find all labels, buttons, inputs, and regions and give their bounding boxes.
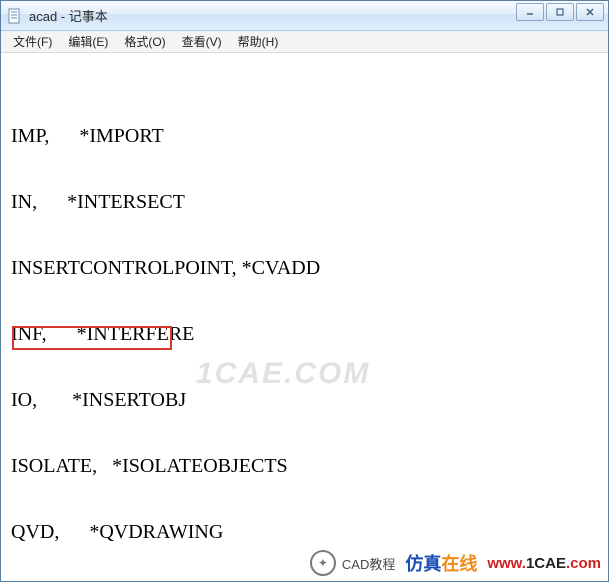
close-button[interactable]: [576, 3, 604, 21]
app-icon: [7, 8, 23, 24]
menubar: 文件(F) 编辑(E) 格式(O) 查看(V) 帮助(H): [1, 31, 608, 53]
minimize-button[interactable]: [516, 3, 544, 21]
text-line: INF, *INTERFERE: [11, 323, 598, 345]
titlebar: acad - 记事本: [1, 1, 608, 31]
notepad-window: acad - 记事本 文件(F) 编辑(E) 格式(O) 查看(V) 帮助(H)…: [0, 0, 609, 582]
window-controls: [516, 3, 604, 21]
menu-view[interactable]: 查看(V): [174, 31, 230, 52]
text-line: IO, *INSERTOBJ: [11, 389, 598, 411]
watermark: 1CAE.COM: [196, 363, 370, 385]
maximize-button[interactable]: [546, 3, 574, 21]
text-line: INSERTCONTROLPOINT, *CVADD: [11, 257, 598, 279]
text-line: QVD, *QVDRAWING: [11, 521, 598, 543]
menu-format[interactable]: 格式(O): [116, 31, 173, 52]
menu-file[interactable]: 文件(F): [5, 31, 60, 52]
text-line: IMP, *IMPORT: [11, 125, 598, 147]
window-title: acad - 记事本: [29, 6, 108, 25]
menu-edit[interactable]: 编辑(E): [60, 31, 116, 52]
text-line: ISOLATE, *ISOLATEOBJECTS: [11, 455, 598, 477]
text-area[interactable]: 1CAE.COM IMP, *IMPORT IN, *INTERSECT INS…: [1, 53, 608, 581]
text-line: IN, *INTERSECT: [11, 191, 598, 213]
menu-help[interactable]: 帮助(H): [230, 31, 287, 52]
